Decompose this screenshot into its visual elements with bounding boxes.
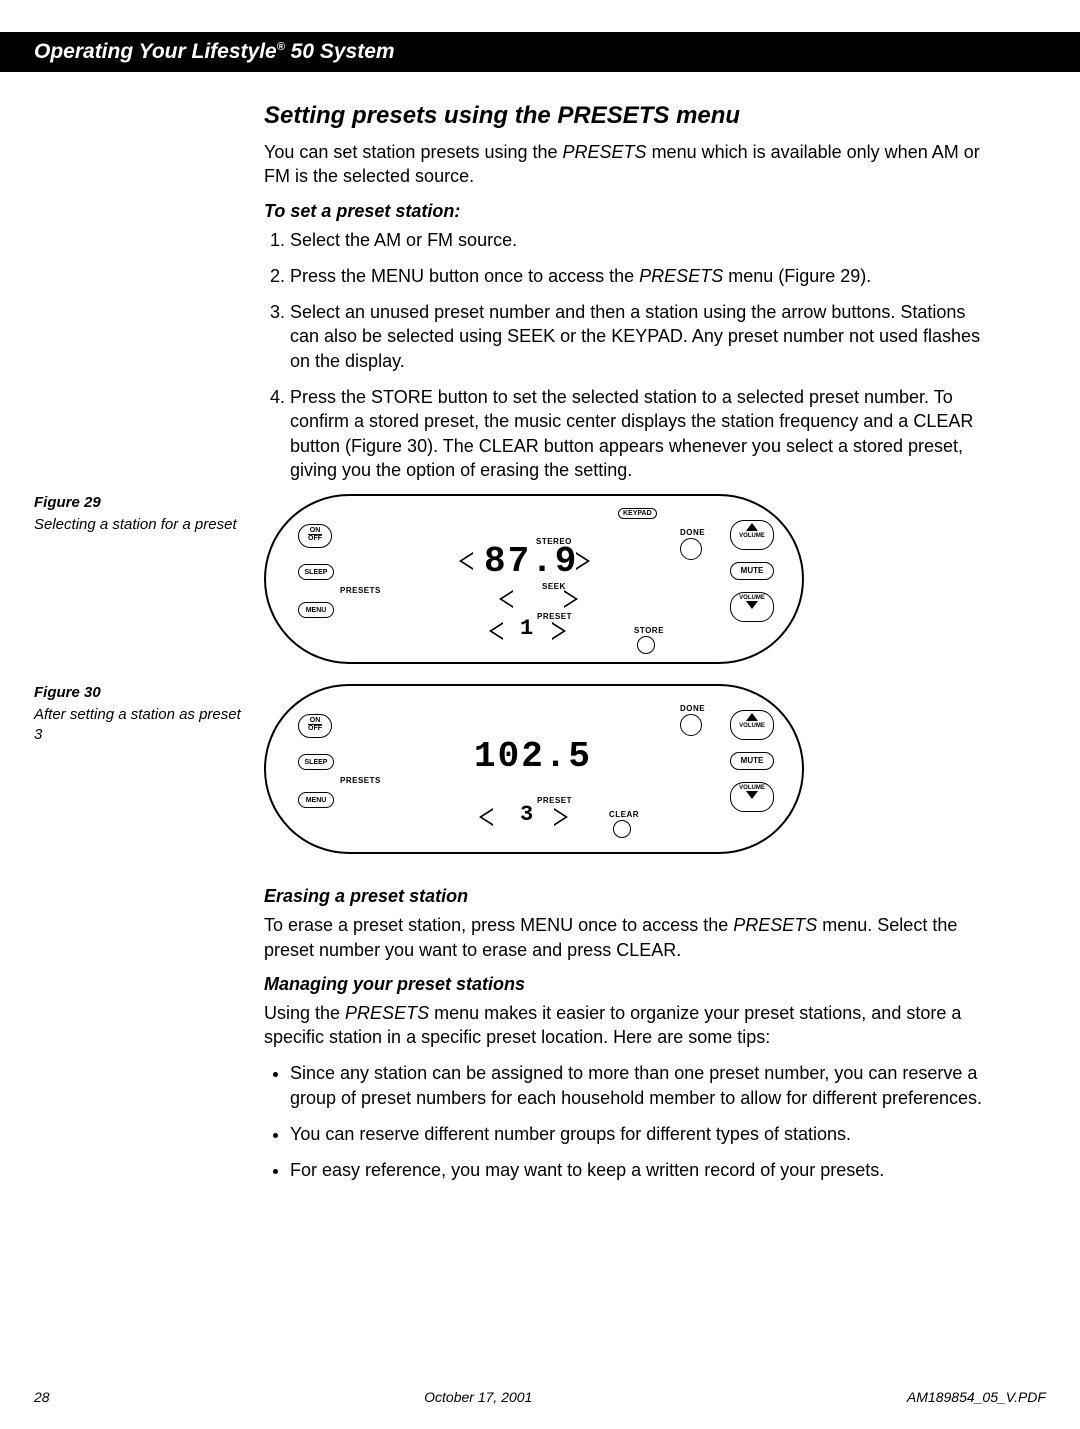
figure-29-row: Figure 29 Selecting a station for a pres… <box>0 494 1080 664</box>
volume-down-button: VOLUME <box>730 592 774 622</box>
main-column-2: Erasing a preset station To erase a pres… <box>264 874 1046 1194</box>
erasing-paragraph: To erase a preset station, press MENU on… <box>264 913 986 962</box>
done-label: DONE <box>680 704 705 713</box>
preset-left-arrow-icon <box>489 622 503 640</box>
tip-1: Since any station can be assigned to mor… <box>290 1061 986 1110</box>
triangle-up-icon <box>746 523 758 531</box>
frequency-display: 87.9 <box>484 541 578 582</box>
figure-29-label-block: Figure 29 Selecting a station for a pres… <box>34 494 264 535</box>
set-steps-list: Select the AM or FM source. Press the ME… <box>264 228 986 483</box>
left-margin-column-2 <box>34 874 264 1194</box>
seek-left-arrow-icon <box>499 590 513 608</box>
section-title-pre: Operating Your Lifestyle <box>34 40 277 63</box>
figure-29-caption: Selecting a station for a preset <box>34 515 250 535</box>
remote-panel-fig30: ON OFF SLEEP PRESETS MENU 102.5 PRESET 3… <box>264 684 804 854</box>
managing-heading: Managing your preset stations <box>264 974 986 995</box>
figure-30-label-block: Figure 30 After setting a station as pre… <box>34 684 264 744</box>
figure-30-caption: After setting a station as preset 3 <box>34 705 250 744</box>
freq-right-arrow-icon <box>576 552 590 570</box>
seek-label: SEEK <box>542 582 566 591</box>
triangle-down-icon <box>746 791 758 799</box>
menu-button: MENU <box>298 602 334 618</box>
section-header-bar: Operating Your Lifestyle® 50 System <box>0 32 1080 72</box>
volume-down-button: VOLUME <box>730 782 774 812</box>
store-label: STORE <box>634 626 664 635</box>
footer-date: October 17, 2001 <box>424 1389 532 1405</box>
clear-label: CLEAR <box>609 810 639 819</box>
page-title: Setting presets using the PRESETS menu <box>264 102 986 130</box>
tip-2: You can reserve different number groups … <box>290 1122 986 1146</box>
figure-30-label: Figure 30 <box>34 684 250 701</box>
mute-button: MUTE <box>730 752 774 770</box>
volume-up-button: VOLUME <box>730 710 774 740</box>
step-4: Press the STORE button to set the select… <box>290 385 986 482</box>
freq-left-arrow-icon <box>459 552 473 570</box>
preset-label: PRESET <box>537 612 572 621</box>
figure-29-label: Figure 29 <box>34 494 250 511</box>
left-margin-column <box>34 102 264 494</box>
page-number: 28 <box>34 1389 50 1405</box>
on-off-button: ON OFF <box>298 524 332 548</box>
tips-list: Since any station can be assigned to mor… <box>264 1061 986 1182</box>
main-column: Setting presets using the PRESETS menu Y… <box>264 102 1046 494</box>
triangle-up-icon <box>746 713 758 721</box>
mute-button: MUTE <box>730 562 774 580</box>
presets-label: PRESETS <box>340 776 381 785</box>
preset-label: PRESET <box>537 796 572 805</box>
preset-number-display: 1 <box>520 616 533 641</box>
sleep-button: SLEEP <box>298 754 334 770</box>
page-footer: 28 October 17, 2001 AM189854_05_V.PDF <box>34 1389 1046 1405</box>
preset-right-arrow-icon <box>552 622 566 640</box>
preset-number-display: 3 <box>520 802 533 827</box>
triangle-down-icon <box>746 601 758 609</box>
figure-30-row: Figure 30 After setting a station as pre… <box>0 684 1080 854</box>
erasing-heading: Erasing a preset station <box>264 886 986 907</box>
preset-left-arrow-icon <box>479 808 493 826</box>
intro-paragraph: You can set station presets using the PR… <box>264 140 986 189</box>
on-off-button: ON OFF <box>298 714 332 738</box>
section-title-post: 50 System <box>285 40 395 63</box>
presets-label: PRESETS <box>340 586 381 595</box>
done-label: DONE <box>680 528 705 537</box>
sleep-button: SLEEP <box>298 564 334 580</box>
managing-paragraph: Using the PRESETS menu makes it easier t… <box>264 1001 986 1050</box>
preset-right-arrow-icon <box>554 808 568 826</box>
registered-mark: ® <box>277 41 285 53</box>
content-wrap: Setting presets using the PRESETS menu Y… <box>0 102 1080 494</box>
menu-button: MENU <box>298 792 334 808</box>
tip-3: For easy reference, you may want to keep… <box>290 1158 986 1182</box>
lower-content: Erasing a preset station To erase a pres… <box>0 874 1080 1194</box>
step-2: Press the MENU button once to access the… <box>290 264 986 288</box>
remote-panel-fig29: ON OFF SLEEP PRESETS MENU STEREO 87.9 SE… <box>264 494 804 664</box>
keypad-label: KEYPAD <box>618 508 657 519</box>
frequency-display: 102.5 <box>474 736 592 777</box>
footer-docid: AM189854_05_V.PDF <box>907 1389 1046 1405</box>
seek-right-arrow-icon <box>564 590 578 608</box>
volume-up-button: VOLUME <box>730 520 774 550</box>
step-3: Select an unused preset number and then … <box>290 300 986 373</box>
step-1: Select the AM or FM source. <box>290 228 986 252</box>
to-set-heading: To set a preset station: <box>264 201 986 222</box>
